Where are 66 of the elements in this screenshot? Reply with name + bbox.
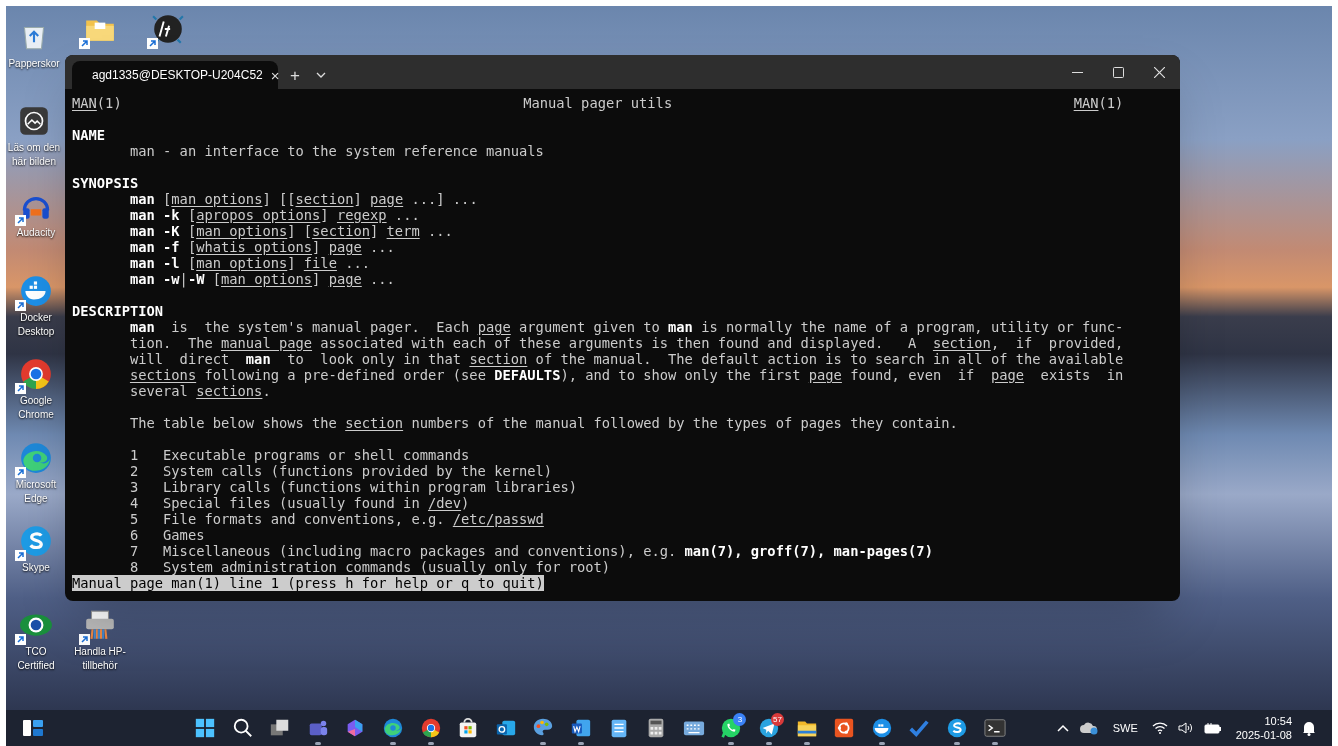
terminal-line: tion. The manual page associated with each of these arguments is then found and displayed. A section, if provided, <box>129 335 1124 351</box>
terminal-line: 7 Miscellaneous (including macro packages and conventions), e.g. man(7), groff(7), man-pages(7) <box>129 543 933 559</box>
terminal-line: man -k [apropos options] regexp ... <box>129 207 420 223</box>
search-icon[interactable] <box>231 717 254 739</box>
terminal-line: man -f [whatis options] page ... <box>129 239 395 255</box>
desktop-shortcut[interactable]: Handla HP-tillbehör <box>72 608 128 673</box>
section-heading: SYNOPSIS <box>72 175 139 191</box>
clock-button[interactable]: 10:54 2025-01-08 <box>1235 714 1292 742</box>
dropdown-chevron-icon[interactable] <box>315 72 326 78</box>
cloud-icon[interactable] <box>1078 721 1099 735</box>
man-page-header: MAN(1) <box>1073 95 1124 111</box>
tab-title: agd1335@DESKTOP-U204C52 <box>92 67 263 84</box>
chevron-up-icon[interactable] <box>1056 724 1069 732</box>
terminal-line: 8 System administration commands (usually only for root) <box>129 559 611 575</box>
terminal-line: will direct man to look only in that section of the manual. The default action is to search in all of the available <box>129 351 1124 367</box>
s-logo-icon <box>19 524 53 558</box>
terminal-line: 6 Games <box>129 527 205 543</box>
windows-logo-icon[interactable] <box>194 717 216 739</box>
hp-logo-icon <box>151 12 185 46</box>
terminal-tab[interactable]: agd1335@DESKTOP-U204C52 × <box>72 61 278 89</box>
desktop-shortcut[interactable]: TCO Certified <box>8 608 64 673</box>
desktop-shortcut[interactable]: Docker Desktop <box>8 274 64 339</box>
widgets-icon[interactable] <box>22 717 44 739</box>
terminal-line: 4 Special files (usually found in /dev) <box>129 495 470 511</box>
wave-circle-icon[interactable] <box>382 717 404 739</box>
document-icon[interactable] <box>570 717 592 739</box>
terminal-line: man -l [man options] file ... <box>129 255 371 271</box>
terminal-line: 1 Executable programs or shell commands <box>129 447 470 463</box>
terminal-line: man is the system's manual pager. Each page argument given to man is normally the name of a program, utility or func- <box>129 319 1124 335</box>
man-page-header: Manual pager utils <box>523 95 673 111</box>
maximize-icon[interactable] <box>1113 66 1124 78</box>
terminal-line: The table below shows the section numbers of the manual followed by the types of pages they contain. <box>129 415 958 431</box>
new-tab-button[interactable]: + <box>286 66 304 84</box>
notification-bell-icon[interactable] <box>1302 720 1316 736</box>
wifi-icon[interactable] <box>1151 722 1168 734</box>
desktop-shortcut[interactable]: Skype <box>8 524 64 575</box>
speaker-icon[interactable] <box>1177 722 1194 734</box>
notification-badge: 57 <box>771 713 784 726</box>
ring-logo-icon[interactable] <box>833 717 856 739</box>
browser-circle-icon <box>19 357 53 391</box>
terminal-line: 3 Library calls (functions within program libraries) <box>129 479 577 495</box>
whale-icon[interactable] <box>870 717 893 739</box>
terminal-line: man -w|-W [man options] page ... <box>129 271 395 287</box>
man-page-header: MAN(1) <box>72 95 122 111</box>
tab-close-button[interactable]: × <box>270 67 280 83</box>
terminal-line: man [man options] [[section] page ...] ... <box>129 191 478 207</box>
terminal-line: 2 System calls (functions provided by the kernel) <box>129 463 553 479</box>
section-heading: DESCRIPTION <box>72 303 164 319</box>
paper-plane-icon[interactable] <box>758 717 780 739</box>
terminal-line: man - an interface to the system reference manuals <box>129 143 544 159</box>
close-icon[interactable] <box>1154 66 1165 78</box>
terminal-line: several sections. <box>129 383 271 399</box>
desktop-shortcut[interactable]: Google Chrome <box>8 357 64 422</box>
browser-circle-icon[interactable] <box>419 717 442 739</box>
terminal-line: man -K [man options] [section] term ... <box>129 223 453 239</box>
notification-badge: 3 <box>733 713 747 726</box>
wave-circle-icon <box>19 441 53 475</box>
terminal-line: sections following a pre-defined order (see DEFAULTS), and to show only the first page found, even if page exists in <box>129 367 1124 383</box>
section-heading: NAME <box>72 127 106 143</box>
whale-icon <box>19 274 53 308</box>
keyboard-language-button[interactable]: SWE <box>1108 719 1142 737</box>
terminal-icon[interactable] <box>983 717 1006 739</box>
battery-plug-icon[interactable] <box>1203 722 1222 734</box>
printer-icon <box>83 608 117 642</box>
terminal-line: 5 File formats and conventions, e.g. /etc/passwd <box>129 511 544 527</box>
s-logo-icon[interactable] <box>946 717 968 739</box>
